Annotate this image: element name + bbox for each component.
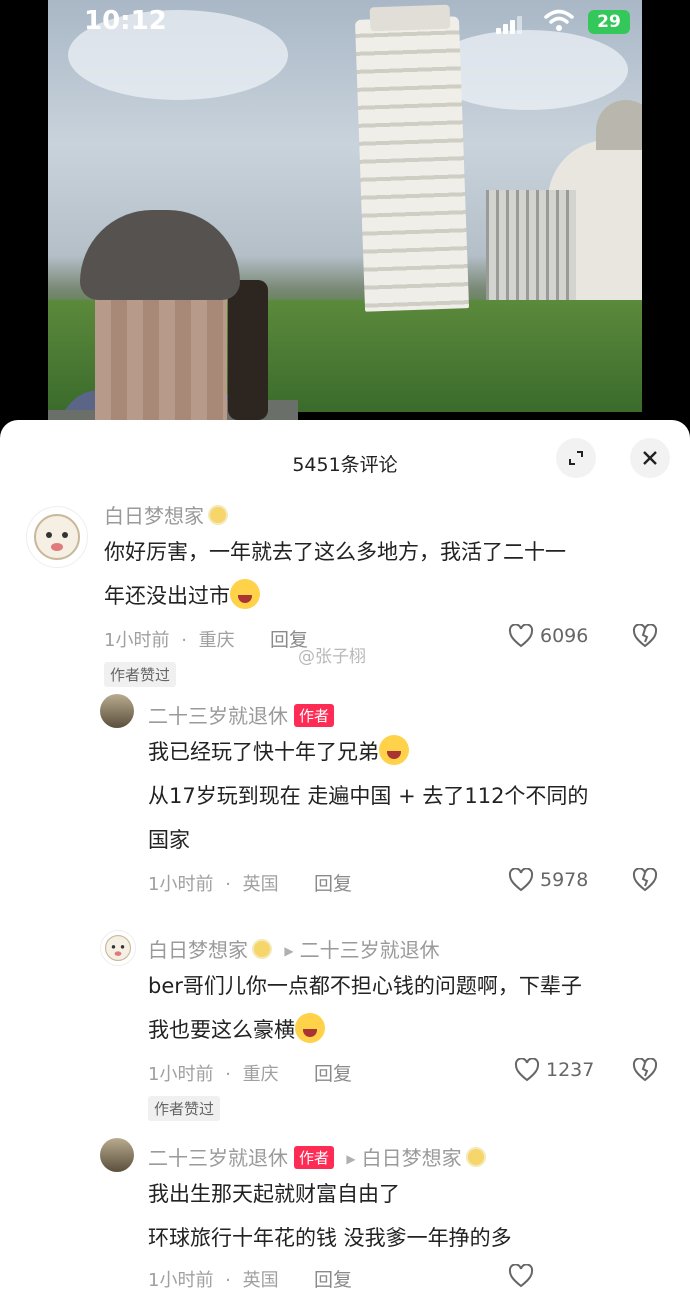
author-tag: 作者 [294,704,335,727]
like-button[interactable] [508,1263,534,1292]
heart-icon [508,624,534,648]
sunflower-icon [252,939,272,959]
expand-icon [569,451,583,465]
dome [596,100,642,150]
like-button[interactable]: 5978 [508,868,588,892]
reply-arrow-icon: ▶ [284,944,294,958]
avatar[interactable] [100,1138,134,1172]
like-button[interactable]: 1237 [514,1058,594,1082]
crying-emoji-icon [295,1013,325,1043]
laughing-crying-emoji-icon [379,735,409,765]
commenter-name[interactable]: 白日梦想家 ▶ 二十三岁就退休 [148,934,440,963]
close-button[interactable] [630,438,670,478]
hair [228,280,268,420]
sunflower-icon [208,505,228,525]
reply-button[interactable]: 回复 [314,869,352,896]
heart-icon [508,1263,534,1288]
broken-heart-icon [632,1057,658,1082]
comment-text: ber哥们儿你一点都不担心钱的问题啊，下辈子 我也要这么豪横 [148,974,582,1043]
expand-button[interactable] [556,438,596,478]
scaffold [486,190,576,300]
video-background[interactable] [0,0,690,432]
leaning-tower [354,16,470,312]
author-liked-badge: 作者赞过 [104,662,177,687]
author-tag: 作者 [294,1146,335,1169]
comments-sheet: 5451条评论 白日梦想家 你好厉害，一年就去了这么多地方，我活了二十一 年还没… [0,420,690,1305]
avatar[interactable] [100,694,134,728]
avatar[interactable] [26,506,88,568]
heart-icon [508,868,534,892]
reply-arrow-icon: ▶ [346,1152,356,1166]
sheep-avatar-icon [34,514,80,560]
comment-meta: 1小时前 · 重庆 [148,1064,279,1085]
commenter-name[interactable]: 二十三岁就退休 作者 [148,700,335,729]
broken-heart-icon [632,623,658,648]
sunflower-icon [465,1147,486,1167]
beanie [80,210,240,300]
comment-meta: 1小时前 · 英国 [148,1270,279,1291]
commenter-name[interactable]: 二十三岁就退休 作者 ▶ 白日梦想家 [148,1142,486,1171]
sheep-avatar-icon [104,934,132,962]
crying-emoji-icon [230,579,260,609]
author-liked-badge: 作者赞过 [148,1096,221,1121]
dislike-button[interactable] [632,1057,658,1086]
heart-icon [514,1058,540,1082]
wifi-icon [544,9,574,31]
like-button[interactable]: 6096 [508,624,588,648]
cellular-signal-icon [496,14,524,34]
status-time: 10:12 [84,6,167,36]
close-icon [643,451,657,465]
comment-text: 你好厉害，一年就去了这么多地方，我活了二十一 年还没出过市 [104,540,566,609]
comment-text: 我已经玩了快十年了兄弟 从17岁玩到现在 走遍中国 + 去了112个不同的 国家 [148,730,678,862]
dislike-button[interactable] [632,867,658,896]
watermark: @张子栩 [298,647,366,667]
comment-meta: 1小时前 · 重庆 [104,630,235,651]
comment-text: 我出生那天起就财富自由了 环球旅行十年花的钱 没我爹一年挣的多 [148,1182,512,1250]
reply-button[interactable]: 回复 [314,1059,352,1086]
avatar[interactable] [100,930,136,966]
status-bar: 10:12 29 [0,0,690,46]
commenter-name[interactable]: 白日梦想家 [104,500,228,529]
reply-button[interactable]: 回复 [314,1265,352,1292]
broken-heart-icon [632,867,658,892]
person [0,110,298,432]
dislike-button[interactable] [632,623,658,652]
battery-icon: 29 [588,10,630,34]
comment-meta: 1小时前 · 英国 [148,874,279,895]
